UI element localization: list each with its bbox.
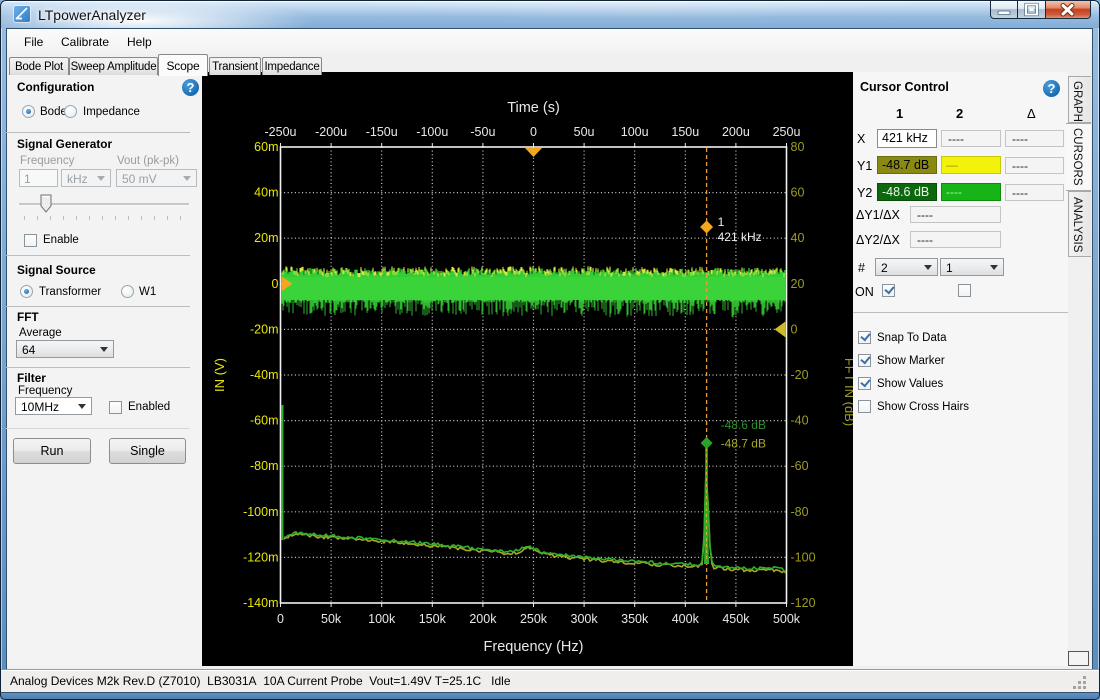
svg-text:-140m: -140m [243,596,278,610]
svg-text:0: 0 [272,277,279,291]
svg-text:Frequency (Hz): Frequency (Hz) [484,639,584,655]
svg-text:1: 1 [718,215,725,229]
svg-text:-48.6 dB: -48.6 dB [721,418,766,432]
svg-text:500k: 500k [773,612,801,626]
svg-text:150k: 150k [419,612,447,626]
svg-text:FFT IN (dB): FFT IN (dB) [842,358,853,426]
svg-text:450k: 450k [722,612,750,626]
svg-text:-250u: -250u [265,125,297,139]
svg-text:50u: 50u [574,125,595,139]
svg-text:150u: 150u [671,125,699,139]
svg-text:40m: 40m [254,186,278,200]
svg-text:40: 40 [791,231,805,245]
svg-text:-50u: -50u [470,125,495,139]
svg-text:-120m: -120m [243,550,278,564]
svg-text:-48.7 dB: -48.7 dB [721,437,766,451]
svg-text:200k: 200k [469,612,497,626]
svg-text:350k: 350k [621,612,649,626]
svg-text:50k: 50k [321,612,342,626]
svg-text:0: 0 [530,125,537,139]
svg-text:-20: -20 [791,368,809,382]
svg-text:-60: -60 [791,459,809,473]
svg-text:0: 0 [277,612,284,626]
svg-text:80: 80 [791,140,805,154]
svg-text:-100m: -100m [243,505,278,519]
svg-text:421 kHz: 421 kHz [718,230,762,244]
svg-text:-20m: -20m [250,322,278,336]
svg-text:Time (s): Time (s) [507,100,560,116]
svg-text:300k: 300k [571,612,599,626]
svg-text:20m: 20m [254,231,278,245]
svg-text:-80: -80 [791,505,809,519]
svg-text:200u: 200u [722,125,750,139]
svg-text:-120: -120 [791,596,816,610]
svg-text:20: 20 [791,277,805,291]
svg-text:100u: 100u [621,125,649,139]
svg-text:60: 60 [791,186,805,200]
svg-text:0: 0 [791,322,798,336]
svg-text:-80m: -80m [250,459,278,473]
svg-text:400k: 400k [672,612,700,626]
svg-text:-40m: -40m [250,368,278,382]
svg-text:100k: 100k [368,612,396,626]
svg-text:-40: -40 [791,414,809,428]
svg-text:-200u: -200u [315,125,347,139]
svg-text:60m: 60m [254,140,278,154]
svg-text:250k: 250k [520,612,548,626]
svg-text:-100u: -100u [416,125,448,139]
svg-text:250u: 250u [773,125,801,139]
svg-text:-60m: -60m [250,414,278,428]
svg-text:-150u: -150u [366,125,398,139]
svg-text:IN (V): IN (V) [212,358,227,392]
svg-text:-100: -100 [791,550,816,564]
